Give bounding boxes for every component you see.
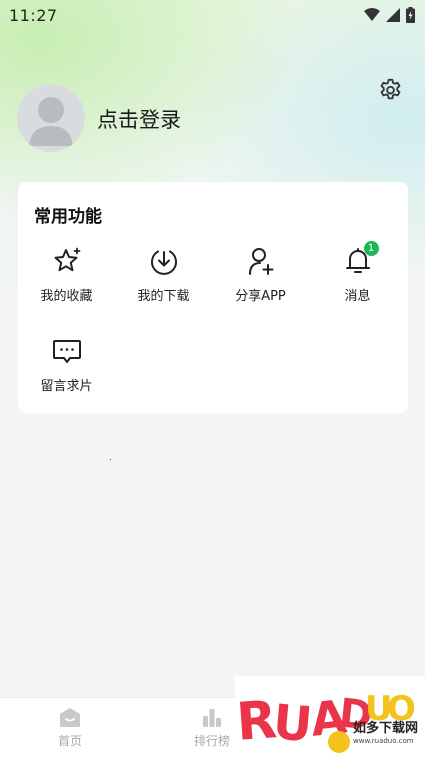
feature-label: 我的收藏 bbox=[40, 289, 93, 304]
nav-label: 首页 bbox=[57, 734, 82, 748]
features-card-title: 常用功能 bbox=[34, 207, 102, 227]
home-icon bbox=[60, 708, 80, 727]
avatar[interactable] bbox=[17, 84, 85, 152]
chart-icon bbox=[203, 709, 221, 727]
login-link[interactable]: 点击登录 bbox=[97, 104, 181, 134]
svg-text:U: U bbox=[271, 694, 315, 753]
user-add-icon bbox=[248, 248, 273, 275]
feature-favorites[interactable]: 我的收藏 bbox=[18, 244, 115, 304]
svg-text:www.ruaduo.com: www.ruaduo.com bbox=[353, 737, 414, 745]
chat-icon bbox=[52, 340, 81, 363]
feature-downloads[interactable]: 我的下载 bbox=[115, 244, 212, 304]
status-time: 11:27 bbox=[9, 5, 58, 25]
default-avatar-icon bbox=[29, 97, 73, 146]
feature-request-movie[interactable]: 留言求片 bbox=[18, 334, 115, 394]
status-bar: 11:27 bbox=[0, 0, 425, 30]
feature-messages[interactable]: 1 消息 bbox=[309, 241, 406, 304]
watermark-logo: R U A D U O 如多下载网 www.ruaduo.com bbox=[235, 676, 425, 757]
nav-label: 排行榜 bbox=[193, 734, 230, 748]
wifi-icon bbox=[364, 8, 380, 21]
feature-label: 分享APP bbox=[235, 289, 286, 304]
feature-label: 留言求片 bbox=[40, 379, 93, 394]
features-card: 常用功能 我的收藏 我的下载 分享APP 1 消息 留言求片 bbox=[18, 182, 408, 413]
star-sparkle-icon bbox=[54, 247, 80, 272]
gear-icon bbox=[380, 78, 400, 99]
battery-icon bbox=[406, 7, 415, 23]
ruanduo-logo-icon: R U A D U O 如多下载网 www.ruaduo.com bbox=[235, 689, 418, 753]
signal-icon bbox=[386, 8, 400, 22]
feature-label: 我的下载 bbox=[137, 289, 190, 304]
message-count-badge: 1 bbox=[363, 241, 379, 256]
feature-label: 消息 bbox=[344, 289, 371, 304]
svg-text:如多下载网: 如多下载网 bbox=[353, 720, 418, 736]
download-icon bbox=[150, 250, 177, 275]
settings-button[interactable] bbox=[376, 76, 404, 104]
stray-dot bbox=[110, 459, 111, 460]
status-icons bbox=[364, 7, 415, 23]
nav-item-home[interactable]: 首页 bbox=[35, 706, 105, 749]
feature-share-app[interactable]: 分享APP bbox=[212, 244, 309, 304]
